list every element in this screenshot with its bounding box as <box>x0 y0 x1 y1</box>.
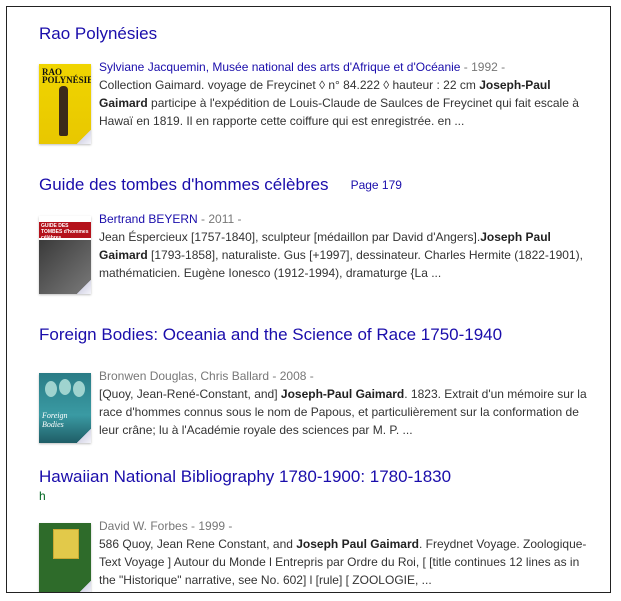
result-year: - 1992 - <box>460 60 506 74</box>
portrait-shape <box>73 381 85 397</box>
page-curl-icon <box>77 429 91 443</box>
search-result: Foreign Bodies: Oceania and the Science … <box>39 325 599 443</box>
thumbnail-title: Foreign Bodies <box>42 411 68 429</box>
search-result: Guide des tombes d'hommes célèbres Page 1… <box>39 175 599 294</box>
page-curl-icon <box>77 280 91 294</box>
result-snippet: 586 Quoy, Jean Rene Constant, and Joseph… <box>99 537 587 587</box>
result-author: Bronwen Douglas, Chris Ballard <box>99 369 270 383</box>
result-author-link[interactable]: Sylviane Jacquemin, Musée national des a… <box>99 60 460 74</box>
search-result: Hawaiian National Bibliography 1780-1900… <box>39 467 599 592</box>
result-title-link[interactable]: Hawaiian National Bibliography 1780-1900… <box>39 467 460 487</box>
result-snippet: Jean Ésperciеux [1757-1840], sculpteur [… <box>99 230 583 280</box>
result-title-link[interactable]: Guide des tombes d'hommes célèbres Page 1… <box>39 175 599 196</box>
results-frame: Rao Polynésies RAO POLYNÉSIES Sylviane J… <box>6 6 611 593</box>
book-thumbnail[interactable] <box>39 523 91 592</box>
page-curl-icon <box>77 130 91 144</box>
result-year: - 1999 - <box>187 519 233 533</box>
portrait-shape <box>45 381 57 397</box>
result-page-link[interactable]: Page 179 <box>351 178 402 192</box>
result-author-link[interactable]: Bertrand BEYERN <box>99 212 198 226</box>
page-curl-icon <box>77 581 91 592</box>
book-thumbnail[interactable]: GUIDE DES TOMBES d'hommes célèbres <box>39 216 91 294</box>
book-thumbnail[interactable]: Foreign Bodies <box>39 373 91 443</box>
result-url: h <box>39 489 46 503</box>
book-thumbnail[interactable]: RAO POLYNÉSIES <box>39 64 91 144</box>
search-result: Rao Polynésies RAO POLYNÉSIES Sylviane J… <box>39 24 599 144</box>
portrait-shape <box>59 379 71 395</box>
result-year: - 2011 - <box>197 212 242 226</box>
result-author: David W. Forbes <box>99 519 188 533</box>
result-year: - 2008 - <box>269 369 314 383</box>
sculpture-figure <box>59 86 68 136</box>
result-snippet: Collection Gaimard. voyage de Freycinet … <box>99 78 579 128</box>
result-snippet: [Quoy, Jean-René-Constant, and] Joseph-P… <box>99 387 587 437</box>
result-title-link[interactable]: Foreign Bodies: Oceania and the Science … <box>39 325 517 345</box>
result-title-link[interactable]: Rao Polynésies <box>39 24 599 44</box>
thumbnail-title: GUIDE DES TOMBES d'hommes célèbres <box>41 223 89 241</box>
thumbnail-label <box>53 529 79 559</box>
thumbnail-title: RAO POLYNÉSIES <box>42 67 91 85</box>
